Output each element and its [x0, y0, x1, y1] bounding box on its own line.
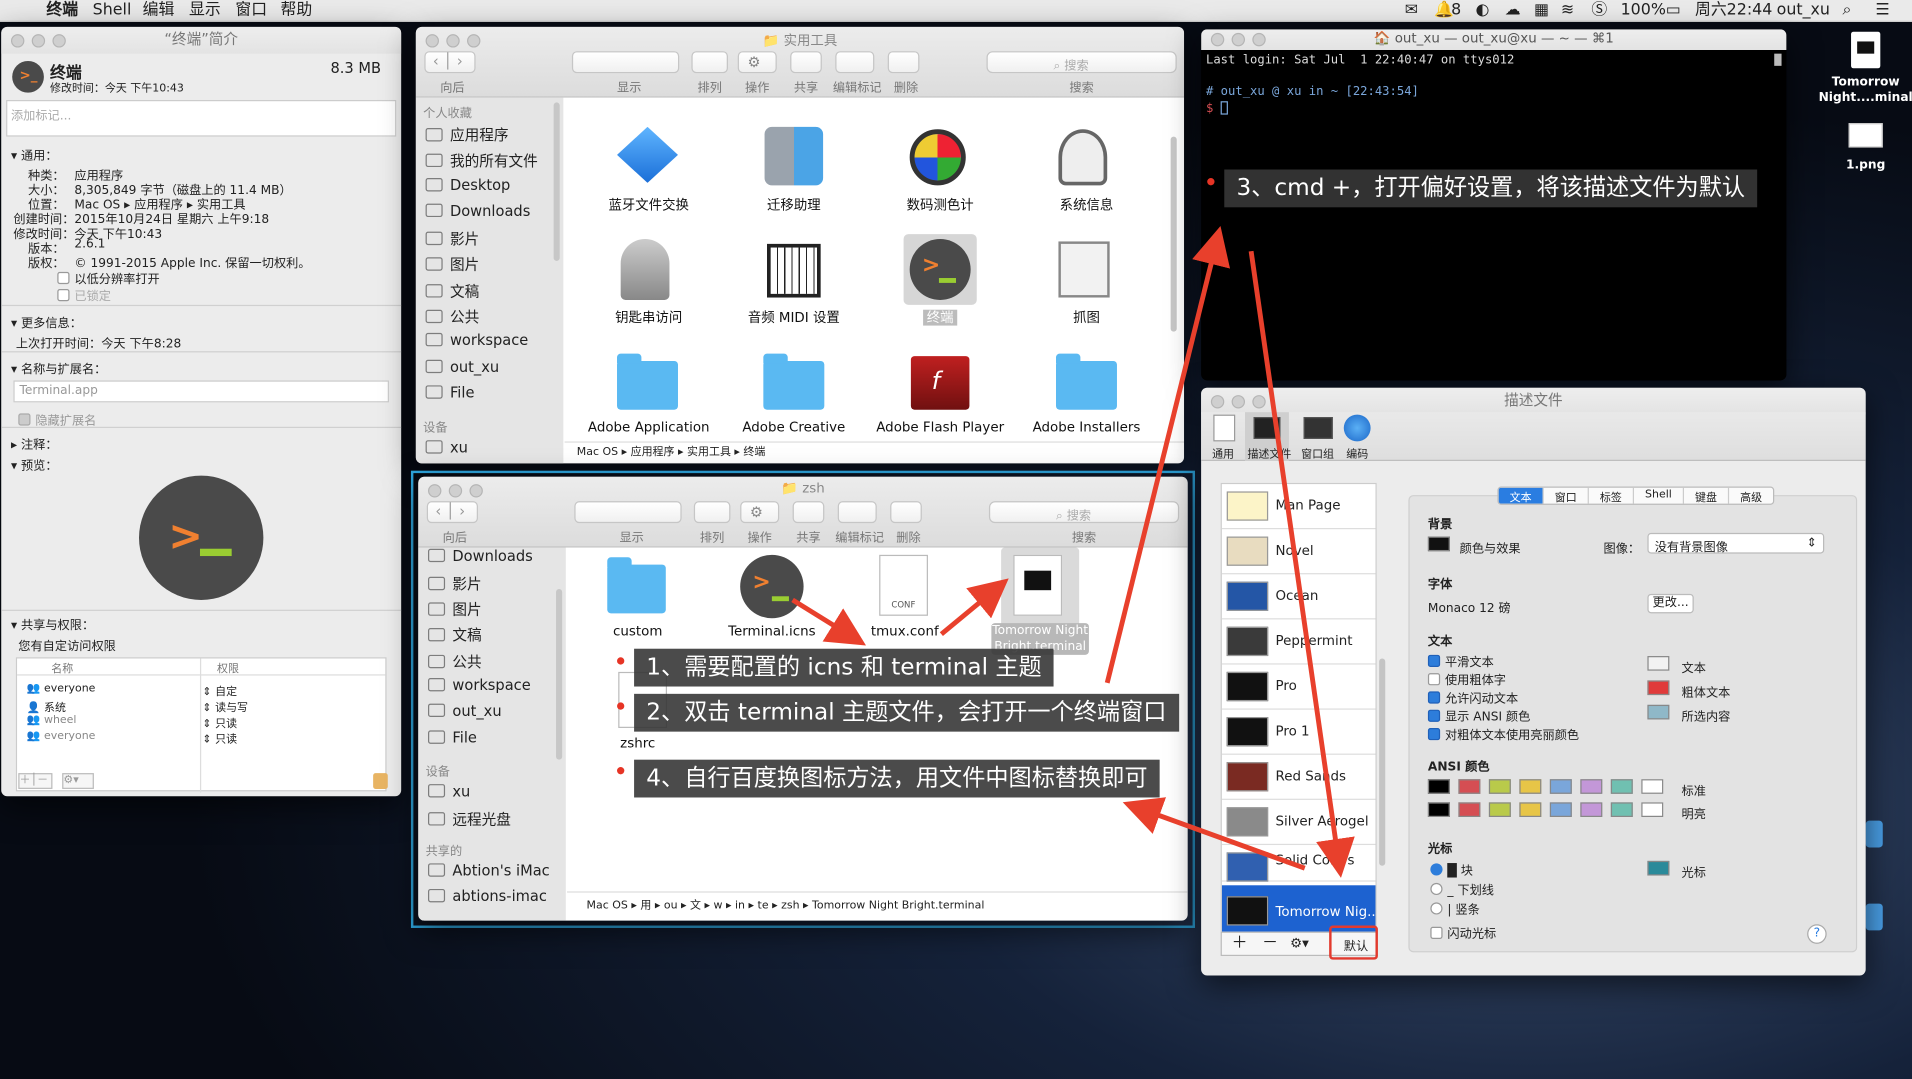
- annotation-arrows: [791, 226, 1355, 878]
- arrow-to-profile: [1248, 250, 1355, 878]
- arrow-to-note4: [1122, 797, 1306, 871]
- arrow-to-tmux: [791, 597, 867, 646]
- arrow-to-theme: [939, 578, 1009, 636]
- arrow-to-terminal: [1104, 226, 1231, 684]
